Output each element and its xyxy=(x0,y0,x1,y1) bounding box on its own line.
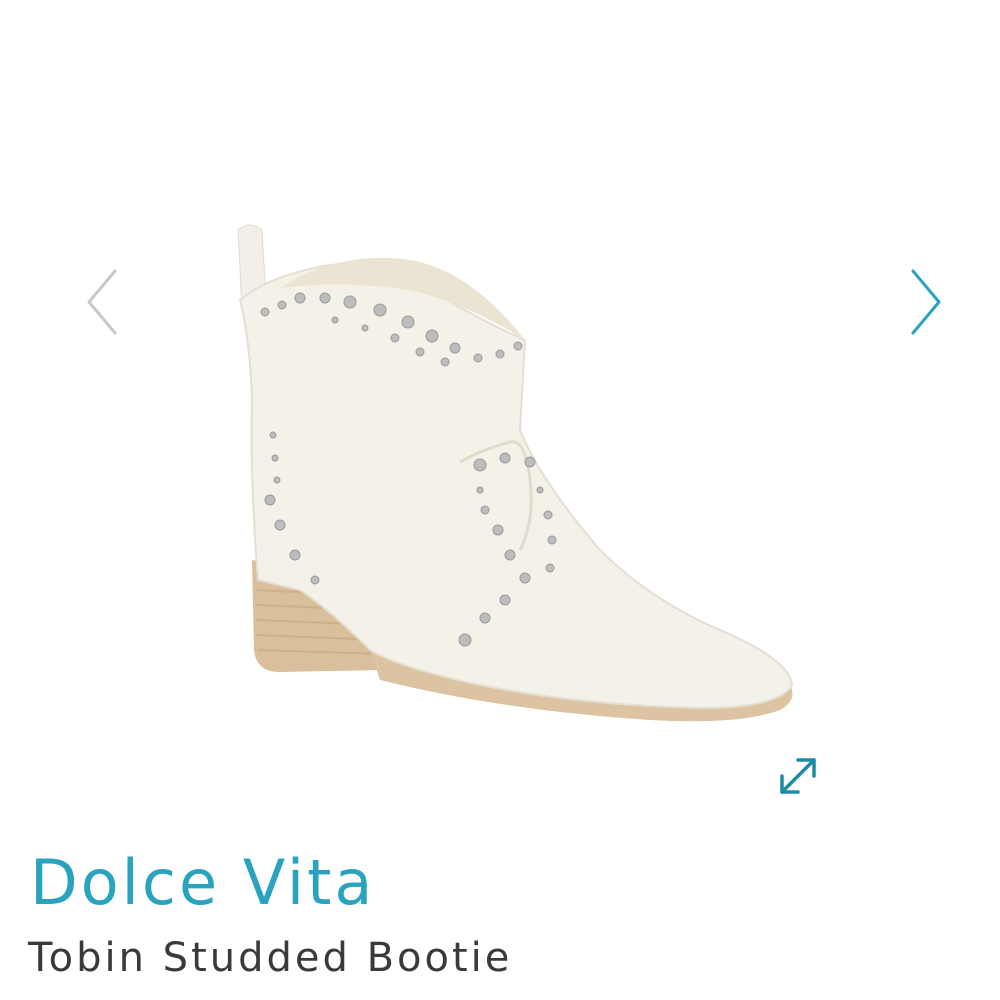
next-image-button[interactable] xyxy=(900,262,950,342)
expand-icon xyxy=(780,758,816,794)
previous-image-button[interactable] xyxy=(78,262,128,342)
product-name: Tobin Studded Bootie xyxy=(28,935,513,981)
product-image-gallery xyxy=(0,0,1000,820)
chevron-right-icon xyxy=(911,269,941,335)
product-image[interactable] xyxy=(180,180,820,760)
chevron-left-icon xyxy=(87,269,117,335)
expand-image-button[interactable] xyxy=(770,748,826,804)
product-brand[interactable]: Dolce Vita xyxy=(30,852,375,914)
